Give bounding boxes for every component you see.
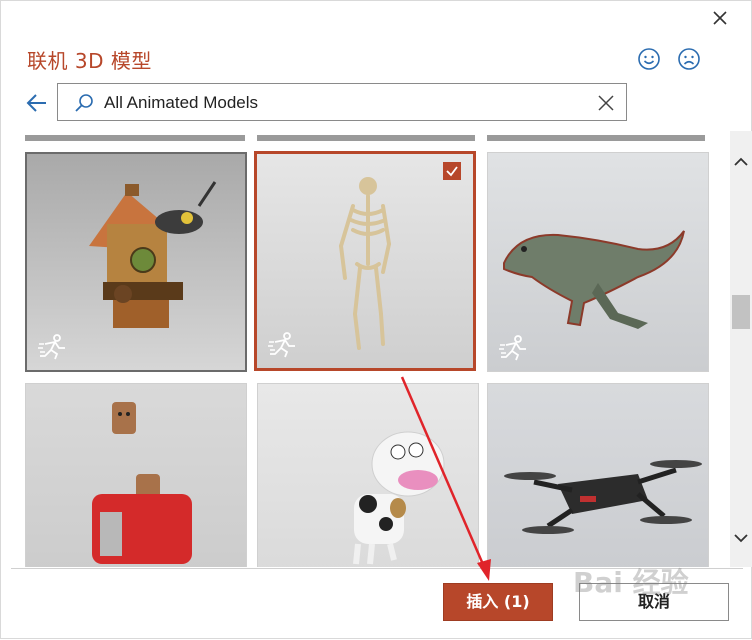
- search-box: [57, 83, 627, 121]
- row-divider: [25, 135, 245, 141]
- model-tile-toaster[interactable]: [25, 383, 247, 567]
- model-tile-t-rex[interactable]: [487, 152, 709, 372]
- cancel-button[interactable]: 取消: [579, 583, 729, 621]
- model-tile-cuckoo-clock[interactable]: [25, 152, 247, 372]
- row-divider: [487, 135, 705, 141]
- smile-icon[interactable]: [637, 47, 661, 71]
- chevron-up-icon[interactable]: [730, 153, 752, 171]
- insert-button[interactable]: 插入 (1): [443, 583, 553, 621]
- close-icon[interactable]: [709, 7, 731, 29]
- search-icon: [75, 94, 93, 112]
- back-arrow-icon[interactable]: [25, 91, 49, 115]
- online-3d-models-dialog: 联机 3D 模型 All Animated Models 插入 (1) 取消 B…: [0, 0, 752, 639]
- model-grid: [1, 131, 729, 567]
- checkbox-checked-icon[interactable]: [443, 162, 461, 180]
- drone-image: [504, 460, 702, 534]
- model-tile-skeleton[interactable]: [254, 151, 476, 371]
- dialog-title: 联机 3D 模型: [27, 49, 152, 73]
- search-input[interactable]: [102, 88, 586, 118]
- footer-divider: [11, 568, 743, 569]
- cow-image: [353, 431, 445, 565]
- toaster-image: [92, 402, 192, 564]
- model-tile-drone[interactable]: [487, 383, 709, 567]
- animated-running-icon: [268, 332, 295, 358]
- scrollbar-thumb[interactable]: [732, 295, 750, 329]
- chevron-down-icon[interactable]: [730, 529, 752, 547]
- row-divider: [257, 135, 475, 141]
- clear-icon[interactable]: [596, 93, 616, 113]
- animated-running-icon: [499, 335, 526, 361]
- model-tile-cow[interactable]: [257, 383, 479, 567]
- vertical-scrollbar[interactable]: [730, 131, 752, 567]
- animated-running-icon: [38, 334, 65, 360]
- frown-icon[interactable]: [677, 47, 701, 71]
